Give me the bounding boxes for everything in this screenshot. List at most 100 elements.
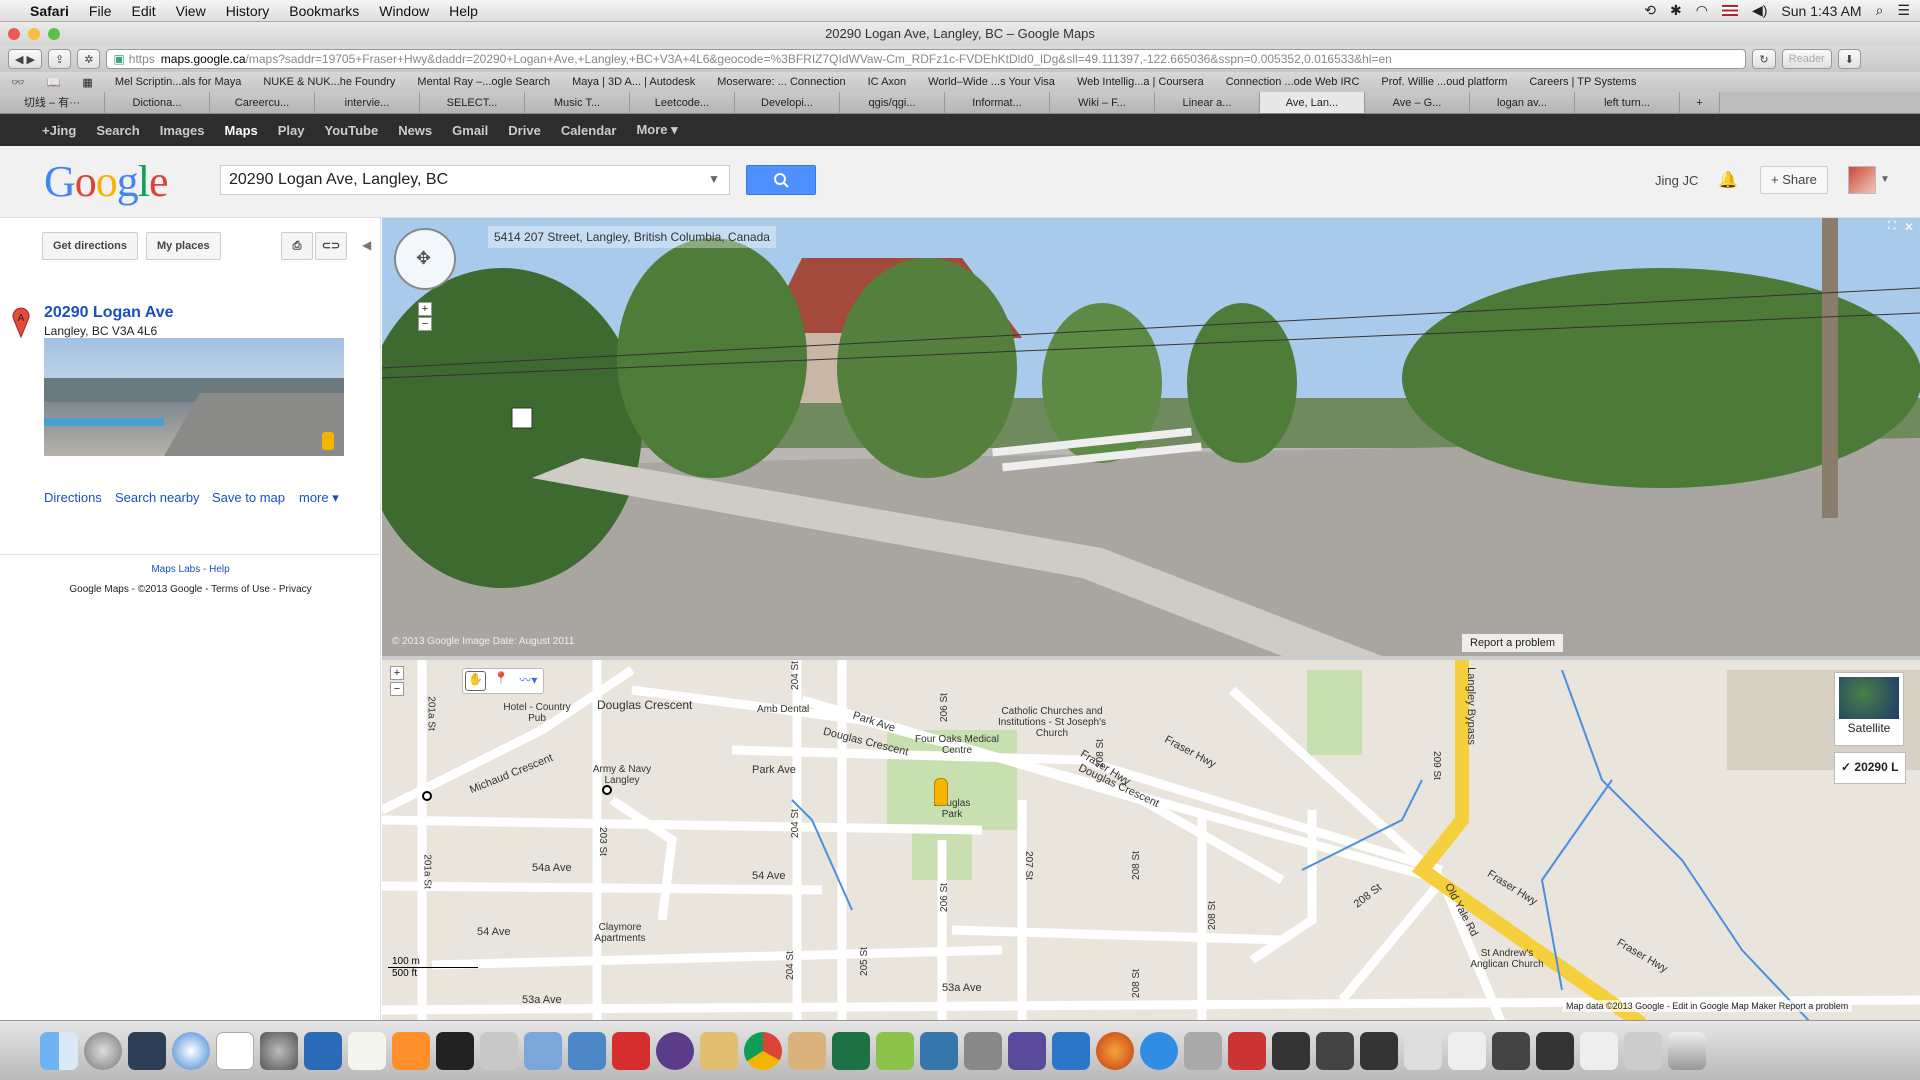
pegman-icon[interactable] xyxy=(934,778,948,806)
reading-list-icon[interactable]: 👓 xyxy=(0,76,36,89)
gbar-more[interactable]: More ▾ xyxy=(626,122,687,138)
bookmark-item[interactable]: World–Wide ...s Your Visa xyxy=(917,76,1066,88)
clock[interactable]: Sun 1:43 AM xyxy=(1781,3,1861,19)
qgis-icon[interactable] xyxy=(876,1031,914,1070)
close-window-button[interactable] xyxy=(8,28,20,40)
gbar-youtube[interactable]: YouTube xyxy=(315,123,389,138)
map-zoom-out-button[interactable]: − xyxy=(390,682,404,696)
volume-icon[interactable]: ◀) xyxy=(1752,2,1767,19)
street-view-compass[interactable]: ✥ xyxy=(394,228,456,290)
avatar[interactable] xyxy=(1848,166,1876,194)
satellite-toggle-button[interactable]: Satellite xyxy=(1834,672,1904,746)
sublime-icon[interactable] xyxy=(392,1031,430,1070)
search-input[interactable]: 20290 Logan Ave, Langley, BC xyxy=(220,165,730,195)
app-icon[interactable] xyxy=(1052,1031,1090,1070)
calendar-icon[interactable] xyxy=(216,1031,254,1070)
bookmark-item[interactable]: Connection ...ode Web IRC xyxy=(1215,76,1371,88)
app-icon[interactable] xyxy=(788,1031,826,1070)
bookmark-item[interactable]: Maya | 3D A... | Autodesk xyxy=(561,76,706,88)
directions-link[interactable]: Directions xyxy=(44,490,102,505)
acrobat-icon[interactable] xyxy=(612,1031,650,1070)
google-logo[interactable]: Google xyxy=(44,156,169,207)
draw-line-icon[interactable]: 〰▾ xyxy=(516,671,541,691)
browser-tab[interactable]: Dictiona... xyxy=(105,92,210,113)
system-preferences-icon[interactable] xyxy=(260,1031,298,1070)
textedit-icon[interactable] xyxy=(348,1031,386,1070)
minimize-window-button[interactable] xyxy=(28,28,40,40)
print-icon[interactable]: ⎙ xyxy=(281,232,313,260)
collapse-panel-icon[interactable]: ◀ xyxy=(362,238,371,252)
place-title[interactable]: 20290 Logan Ave xyxy=(44,304,174,322)
time-machine-icon[interactable]: ⟲ xyxy=(1644,2,1656,19)
menu-view[interactable]: View xyxy=(166,3,216,19)
minimized-window[interactable] xyxy=(1580,1031,1618,1070)
browser-tab[interactable]: 切线 – 有··· xyxy=(0,92,105,113)
gbar-images[interactable]: Images xyxy=(150,123,215,138)
bluetooth-icon[interactable]: ✱ xyxy=(1670,2,1682,19)
save-to-map-link[interactable]: Save to map xyxy=(212,490,285,505)
excel-icon[interactable] xyxy=(832,1031,870,1070)
my-places-button[interactable]: My places xyxy=(146,232,221,260)
app-icon[interactable] xyxy=(964,1031,1002,1070)
downloads-icon[interactable]: ⬇ xyxy=(1837,49,1861,69)
minimized-window[interactable] xyxy=(1272,1031,1310,1070)
gbar-search[interactable]: Search xyxy=(86,123,149,138)
gbar-maps[interactable]: Maps xyxy=(215,123,268,138)
minimized-window[interactable] xyxy=(1360,1031,1398,1070)
footer-terms-privacy[interactable]: Google Maps - ©2013 Google - Terms of Us… xyxy=(0,584,381,595)
browser-tab[interactable]: Music T... xyxy=(525,92,630,113)
word-icon[interactable] xyxy=(304,1031,342,1070)
browser-tab[interactable]: Wiki – F... xyxy=(1050,92,1155,113)
pan-hand-icon[interactable]: ✋ xyxy=(465,671,487,691)
bookmark-item[interactable]: NUKE & NUK...he Foundry xyxy=(252,76,406,88)
extension-icon[interactable]: ✲ xyxy=(77,49,101,69)
flag-icon[interactable] xyxy=(1721,5,1738,16)
link-icon[interactable]: ⊂⊃ xyxy=(315,232,347,260)
bookmark-item[interactable]: Moserware: ... Connection xyxy=(706,76,856,88)
minimized-window[interactable] xyxy=(1448,1031,1486,1070)
expand-icon[interactable]: ⛶ xyxy=(1888,220,1896,233)
bookmarks-icon[interactable]: 📖 xyxy=(36,76,72,89)
share-button[interactable]: + Share xyxy=(1760,166,1828,194)
browser-tab[interactable]: qgis/qgi... xyxy=(840,92,945,113)
map-zoom-in-button[interactable]: + xyxy=(390,666,404,680)
menu-file[interactable]: File xyxy=(79,3,122,19)
browser-tab[interactable]: logan av... xyxy=(1470,92,1575,113)
browser-tab[interactable]: Careercu... xyxy=(210,92,315,113)
minimized-window[interactable] xyxy=(1624,1031,1662,1070)
eclipse-icon[interactable] xyxy=(656,1031,694,1070)
app-icon[interactable] xyxy=(480,1031,518,1070)
bookmark-item[interactable]: Web Intellig...a | Coursera xyxy=(1066,76,1215,88)
search-button[interactable] xyxy=(746,165,816,195)
pin-icon[interactable]: 📍 xyxy=(490,671,511,691)
safari-icon[interactable] xyxy=(172,1031,210,1070)
preview-icon[interactable] xyxy=(524,1031,562,1070)
trash-icon[interactable] xyxy=(1668,1031,1706,1070)
launchpad-icon[interactable] xyxy=(84,1031,122,1070)
close-streetview-icon[interactable]: ✕ xyxy=(1904,220,1914,234)
bookmark-item[interactable]: Mel Scriptin...als for Maya xyxy=(104,76,253,88)
bookmark-item[interactable]: Prof. Willie ...oud platform xyxy=(1370,76,1518,88)
browser-tab[interactable]: Developi... xyxy=(735,92,840,113)
pegman-icon[interactable] xyxy=(322,432,334,450)
app-icon[interactable] xyxy=(1008,1031,1046,1070)
reader-button[interactable]: Reader xyxy=(1781,49,1832,69)
minimized-window[interactable] xyxy=(1316,1031,1354,1070)
report-problem-button[interactable]: Report a problem xyxy=(1462,634,1563,652)
back-button[interactable]: ◀ ▶ xyxy=(8,49,42,69)
account-dropdown-icon[interactable]: ▼ xyxy=(1880,174,1890,185)
browser-tab-active[interactable]: Ave, Lan... xyxy=(1260,92,1365,113)
menu-window[interactable]: Window xyxy=(369,3,439,19)
reload-icon[interactable]: ↻ xyxy=(1752,49,1776,69)
app-menu-safari[interactable]: Safari xyxy=(20,3,79,19)
layer-selector[interactable]: ✓ 20290 L xyxy=(1834,752,1906,784)
address-bar[interactable]: ▣ https maps.google.ca /maps?saddr=19705… xyxy=(106,49,1747,69)
bookmark-item[interactable]: Mental Ray –...ogle Search xyxy=(406,76,561,88)
app-icon[interactable] xyxy=(1228,1031,1266,1070)
app-store-icon[interactable] xyxy=(1140,1031,1178,1070)
zoom-out-button[interactable]: − xyxy=(418,317,432,331)
app-icon[interactable] xyxy=(1184,1031,1222,1070)
browser-tab[interactable]: Ave – G... xyxy=(1365,92,1470,113)
browser-tab[interactable]: left turn... xyxy=(1575,92,1680,113)
share-page-icon[interactable]: ⇪ xyxy=(47,49,72,69)
